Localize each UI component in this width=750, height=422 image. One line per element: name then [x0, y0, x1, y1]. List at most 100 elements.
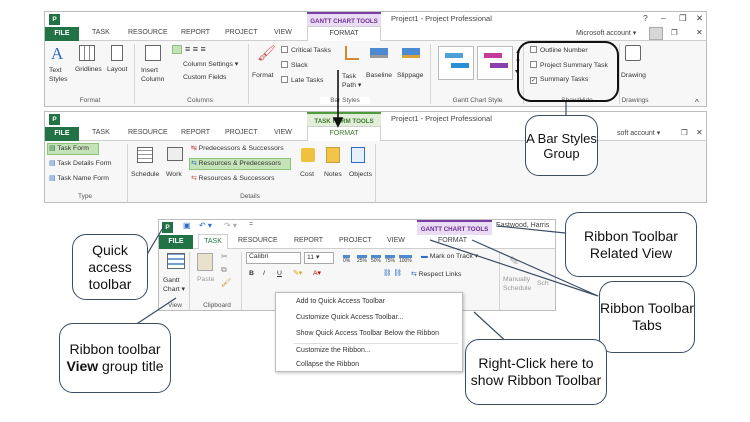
tab-report[interactable]: REPORT [181, 129, 210, 136]
critical-tasks-checkbox[interactable]: Critical Tasks [281, 46, 331, 54]
text-styles-icon[interactable]: A [51, 44, 63, 64]
tab-task[interactable]: TASK [92, 129, 110, 136]
baseline-icon[interactable] [370, 48, 388, 58]
paste-button[interactable]: Paste [197, 276, 214, 283]
help-icon[interactable]: ? [643, 13, 648, 23]
tab-format[interactable]: FORMAT [307, 26, 381, 41]
tab-format[interactable]: FORMAT [438, 237, 467, 244]
gridlines-icon[interactable] [79, 45, 95, 61]
tab-project[interactable]: PROJECT [225, 129, 258, 136]
percent-50-button[interactable]: 50% [371, 255, 382, 264]
layout-button[interactable]: Layout [107, 66, 127, 73]
layout-icon[interactable] [111, 45, 123, 61]
column-settings-button[interactable]: Column Settings ▾ [183, 60, 238, 68]
tab-report[interactable]: REPORT [181, 29, 210, 36]
slippage-button[interactable]: Slippage [397, 72, 423, 79]
work-button[interactable]: Work [166, 171, 182, 178]
account-menu[interactable]: soft account ▾ [617, 129, 660, 137]
minimize-icon[interactable]: – [661, 13, 666, 23]
percent-75-button[interactable]: 75% [385, 255, 396, 264]
resources-predecessors-button[interactable]: ⇆ Resources & Predecessors [191, 159, 281, 167]
cost-icon[interactable] [301, 148, 315, 162]
link-icons[interactable]: ⛓ ⛓ [383, 269, 402, 277]
customize-qat-icon[interactable]: = [249, 221, 253, 228]
restore-icon[interactable]: ❐ [679, 13, 687, 24]
resources-successors-button[interactable]: ⇆ Resources & Successors [191, 174, 275, 182]
tab-task[interactable]: TASK [198, 234, 228, 249]
tab-view[interactable]: VIEW [274, 29, 292, 36]
auto-schedule-button[interactable]: Sch [537, 280, 549, 287]
tab-file[interactable]: FILE [45, 127, 79, 141]
objects-icon[interactable] [351, 147, 365, 163]
avatar[interactable] [649, 27, 663, 40]
underline-button[interactable]: U [277, 270, 282, 277]
work-icon[interactable] [167, 147, 183, 161]
percent-100-button[interactable]: 100% [399, 255, 412, 264]
add-to-qat-menu-item[interactable]: Add to Quick Access Toolbar [296, 298, 385, 305]
project-app-icon[interactable]: P [162, 222, 173, 233]
gantt-chart-icon[interactable] [167, 253, 185, 269]
task-form-tools-context-tab[interactable]: TASK FORM TOOLS [307, 112, 381, 127]
objects-button[interactable]: Objects [349, 171, 372, 178]
predecessors-successors-button[interactable]: ↹ Predecessors & Successors [191, 144, 284, 152]
manually-schedule-icon[interactable]: ✎ [509, 254, 523, 268]
show-qat-below-menu-item[interactable]: Show Quick Access Toolbar Below the Ribb… [296, 330, 439, 337]
account-menu[interactable]: Microsoft account ▾ [576, 29, 636, 37]
task-form-button[interactable]: ▤ Task Form [49, 144, 89, 152]
text-styles-button[interactable]: Text Styles [49, 66, 71, 84]
tab-format[interactable]: FORMAT [307, 126, 381, 141]
tab-view[interactable]: VIEW [274, 129, 292, 136]
font-name-dropdown[interactable]: Calibri [246, 252, 301, 264]
tab-project[interactable]: PROJECT [339, 237, 372, 244]
tab-project[interactable]: PROJECT [225, 29, 258, 36]
respect-links-button[interactable]: ⇆ Respect Links [411, 270, 461, 278]
font-size-dropdown[interactable]: 11 ▾ [304, 252, 334, 264]
schedule-button[interactable]: Schedule [131, 171, 159, 178]
late-tasks-checkbox[interactable]: Late Tasks [281, 76, 323, 84]
percent-0-button[interactable]: 0% [343, 255, 351, 264]
save-icon[interactable]: ▣ [183, 221, 191, 230]
task-path-button[interactable]: Task Path ▾ [342, 72, 362, 90]
gantt-chart-tools-context-tab[interactable]: GANTT CHART TOOLS [307, 12, 381, 27]
format-bar-button[interactable]: Format [252, 72, 274, 79]
font-color-icon[interactable]: A▾ [313, 269, 321, 277]
notes-button[interactable]: Notes [324, 171, 342, 178]
tab-resource[interactable]: RESOURCE [238, 237, 278, 244]
undo-icon[interactable]: ↶ ▾ [199, 221, 212, 230]
tab-file[interactable]: FILE [159, 235, 193, 249]
drawing-icon[interactable] [625, 45, 641, 61]
align-left-button[interactable] [172, 45, 182, 54]
paste-icon[interactable] [197, 253, 213, 271]
tab-task[interactable]: TASK [92, 29, 110, 36]
highlight-color-icon[interactable]: ✎▾ [293, 269, 302, 277]
gridlines-button[interactable]: Gridlines [75, 66, 102, 73]
notes-icon[interactable] [326, 147, 340, 163]
baseline-button[interactable]: Baseline [366, 72, 392, 79]
task-details-form-button[interactable]: ▤ Task Details Form [49, 159, 112, 167]
italic-button[interactable]: I [263, 270, 265, 277]
cut-icon[interactable]: ✂ [221, 252, 228, 261]
gantt-chart-button[interactable]: Gantt Chart ▾ [163, 276, 185, 294]
format-bar-icon[interactable]: 🖌 [257, 44, 276, 62]
task-name-form-button[interactable]: ▤ Task Name Form [49, 174, 109, 182]
drawing-button[interactable]: Drawing [621, 72, 646, 79]
format-painter-icon[interactable]: 🖌 [221, 278, 231, 287]
close-icon[interactable]: ✕ [696, 28, 703, 37]
close-icon[interactable]: ✕ [696, 128, 703, 137]
cost-button[interactable]: Cost [300, 171, 314, 178]
custom-fields-button[interactable]: Custom Fields [183, 74, 226, 81]
slippage-icon[interactable] [402, 48, 420, 58]
percent-25-button[interactable]: 25% [357, 255, 368, 264]
tab-report[interactable]: REPORT [294, 237, 323, 244]
tab-file[interactable]: FILE [45, 27, 79, 41]
redo-icon[interactable]: ↷ ▾ [224, 221, 237, 230]
copy-icon[interactable]: ⧉ [221, 265, 227, 275]
insert-column-icon[interactable] [145, 45, 161, 61]
manually-schedule-button[interactable]: Manually Schedule [503, 275, 533, 293]
customize-qat-menu-item[interactable]: Customize Quick Access Toolbar... [296, 314, 403, 321]
gantt-chart-tools-context-tab[interactable]: GANTT CHART TOOLS [417, 220, 492, 235]
slack-checkbox[interactable]: Slack [281, 61, 308, 69]
mark-on-track-button[interactable]: ▬ Mark on Track ▾ [421, 252, 478, 260]
align-icons[interactable]: ≡ ≡ ≡ [185, 44, 206, 54]
collapse-ribbon-menu-item[interactable]: Collapse the Ribbon [296, 361, 359, 368]
